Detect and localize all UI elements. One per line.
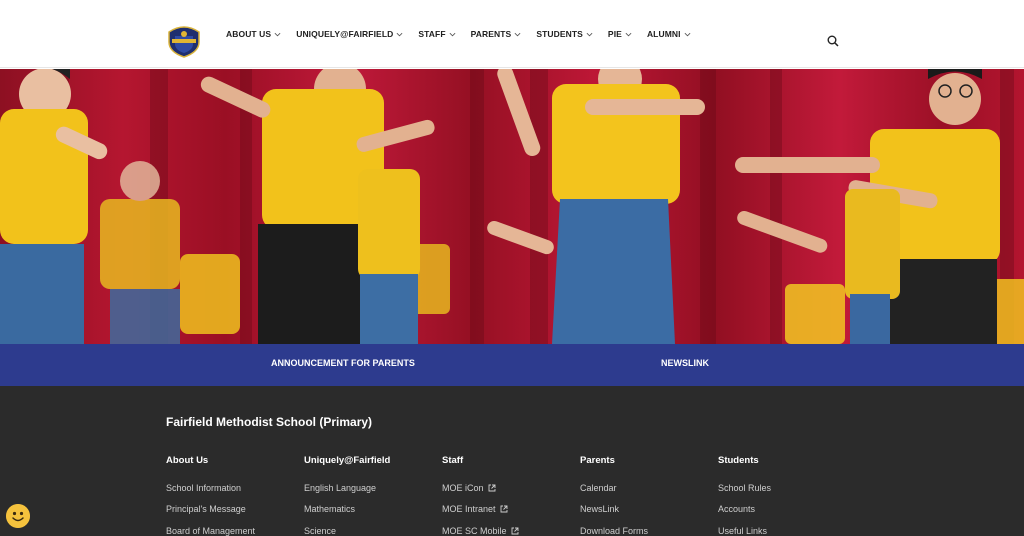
- external-link-icon: [511, 527, 518, 535]
- footer-link[interactable]: Accounts: [718, 499, 771, 521]
- footer-column-title: About Us: [166, 455, 209, 466]
- footer-link-label: Science: [304, 525, 337, 536]
- nav-label: PIE: [607, 29, 622, 39]
- footer-link[interactable]: Principal's Message: [166, 499, 255, 521]
- search-icon[interactable]: [827, 35, 839, 47]
- footer-link-label: Useful Links: [718, 525, 768, 536]
- nav-pie[interactable]: PIE: [608, 29, 632, 39]
- footer-link-label: MOE SC Mobile: [442, 525, 507, 536]
- nav-students[interactable]: STUDENTS: [536, 29, 593, 39]
- footer-link[interactable]: Download Forms: [580, 520, 648, 536]
- students-dancing-photo: [0, 69, 1024, 344]
- footer-link[interactable]: Calendar: [580, 477, 648, 499]
- footer-link-label: Calendar: [580, 482, 617, 493]
- nav-label: STAFF: [418, 29, 446, 39]
- quicklinks-bar: ANNOUNCEMENT FOR PARENTS NEWSLINK: [0, 344, 1024, 386]
- newslink-link[interactable]: NEWSLINK: [661, 358, 709, 368]
- smiley-feedback-icon[interactable]: [6, 504, 30, 528]
- chevron-down-icon: [449, 32, 456, 36]
- footer-link-label: Mathematics: [304, 504, 356, 515]
- site-footer: Fairfield Methodist School (Primary) Abo…: [0, 386, 1024, 536]
- footer-link[interactable]: English Language: [304, 477, 390, 499]
- nav-label: PARENTS: [470, 29, 512, 39]
- external-link-icon: [488, 484, 495, 492]
- nav-label: ABOUT US: [226, 29, 272, 39]
- footer-link-label: School Information: [166, 482, 242, 493]
- footer-link-label: Principal's Message: [166, 504, 246, 515]
- hero-banner-image: [0, 69, 1024, 344]
- footer-link[interactable]: MOE Intranet: [442, 499, 519, 521]
- nav-alumni[interactable]: ALUMNI: [647, 29, 691, 39]
- footer-column-about-us: About Us School Information Principal's …: [166, 455, 255, 536]
- footer-link-label: Board of Management: [166, 525, 256, 536]
- footer-column-uniquely: Uniquely@Fairfield English Language Math…: [304, 455, 390, 536]
- footer-link[interactable]: School Rules: [718, 477, 771, 499]
- footer-link[interactable]: MOE iCon: [442, 477, 519, 499]
- external-link-icon: [500, 505, 507, 513]
- nav-label: STUDENTS: [536, 29, 583, 39]
- footer-link[interactable]: Mathematics: [304, 499, 390, 521]
- footer-link-label: Accounts: [718, 504, 756, 515]
- footer-column-title: Staff: [442, 455, 464, 466]
- footer-column-title: Students: [718, 455, 759, 466]
- footer-link[interactable]: Useful Links: [718, 520, 771, 536]
- nav-staff[interactable]: STAFF: [418, 29, 456, 39]
- footer-column-title: Uniquely@Fairfield: [304, 455, 391, 466]
- footer-link[interactable]: School Information: [166, 477, 255, 499]
- footer-school-name: Fairfield Methodist School (Primary): [166, 415, 373, 429]
- nav-about-us[interactable]: ABOUT US: [226, 29, 281, 39]
- main-nav: ABOUT US UNIQUELY@FAIRFIELD STAFF PARENT…: [226, 0, 706, 68]
- chevron-down-icon: [274, 32, 281, 36]
- footer-link-label: Download Forms: [580, 525, 649, 536]
- footer-link[interactable]: MOE SC Mobile: [442, 520, 519, 536]
- footer-column-students: Students School Rules Accounts Useful Li…: [718, 455, 771, 536]
- chevron-down-icon: [625, 32, 632, 36]
- footer-column-parents: Parents Calendar NewsLink Download Forms: [580, 455, 648, 536]
- footer-link-label: MOE Intranet: [442, 504, 496, 515]
- chevron-down-icon: [586, 32, 593, 36]
- footer-link[interactable]: Science: [304, 520, 390, 536]
- site-header: ABOUT US UNIQUELY@FAIRFIELD STAFF PARENT…: [0, 0, 1024, 68]
- footer-link[interactable]: NewsLink: [580, 499, 648, 521]
- footer-column-staff: Staff MOE iCon MOE Intranet MOE SC Mobil…: [442, 455, 519, 536]
- footer-link-label: English Language: [304, 482, 377, 493]
- footer-link[interactable]: Board of Management: [166, 520, 255, 536]
- chevron-down-icon: [684, 32, 691, 36]
- announcement-for-parents-link[interactable]: ANNOUNCEMENT FOR PARENTS: [271, 358, 415, 368]
- footer-link-label: NewsLink: [580, 504, 620, 515]
- nav-label: UNIQUELY@FAIRFIELD: [296, 29, 394, 39]
- nav-parents[interactable]: PARENTS: [471, 29, 522, 39]
- nav-uniquely-fairfield[interactable]: UNIQUELY@FAIRFIELD: [296, 29, 403, 39]
- footer-link-label: School Rules: [718, 482, 772, 493]
- footer-column-title: Parents: [580, 455, 615, 466]
- school-crest-logo[interactable]: [166, 24, 202, 58]
- nav-label: ALUMNI: [646, 29, 681, 39]
- chevron-down-icon: [514, 32, 521, 36]
- footer-link-label: MOE iCon: [442, 482, 484, 493]
- chevron-down-icon: [396, 32, 403, 36]
